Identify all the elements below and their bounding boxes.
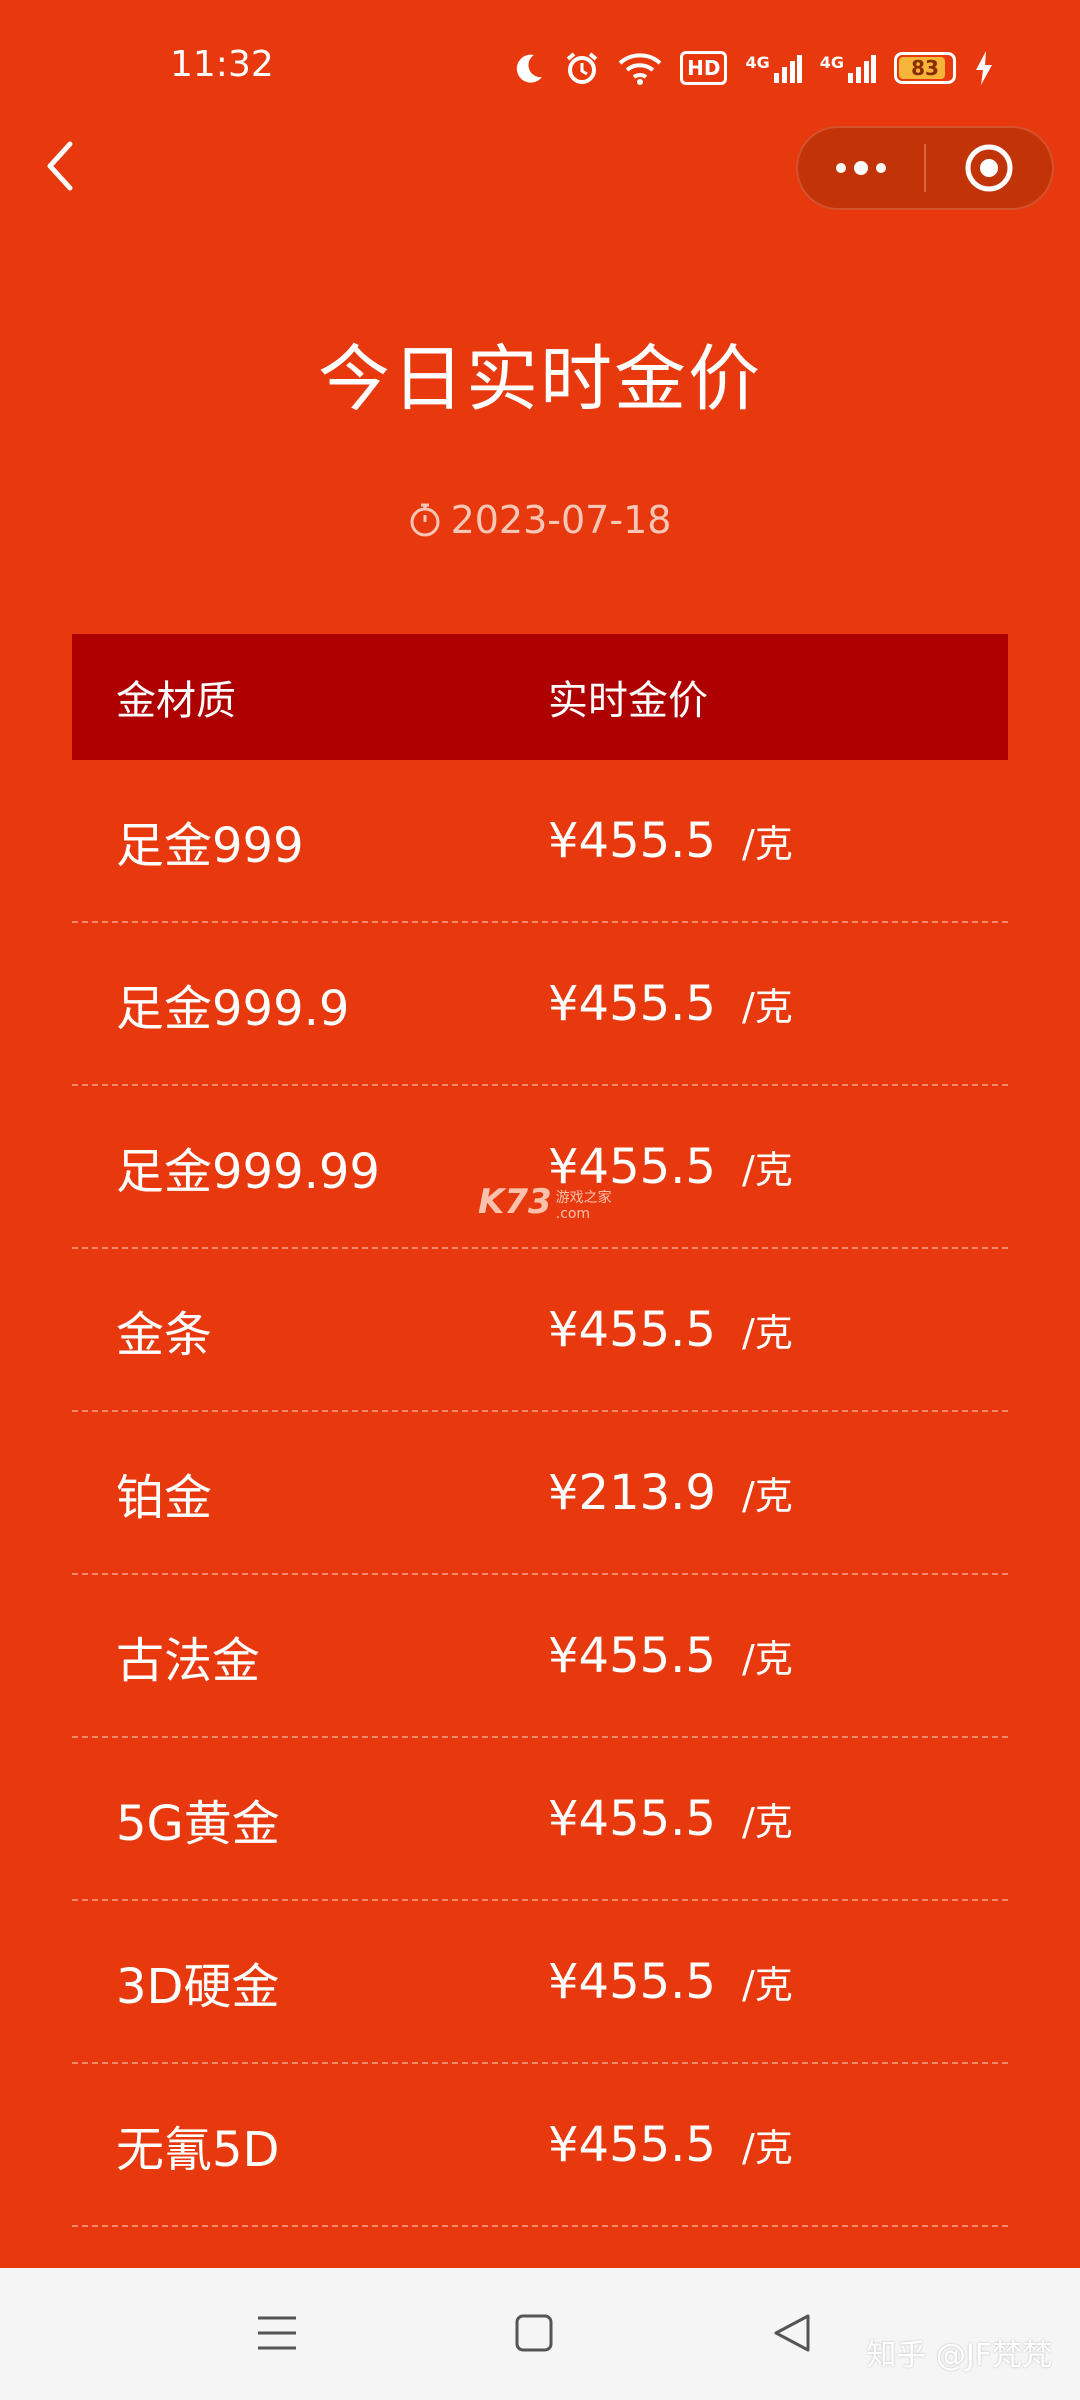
chevron-left-icon [47, 141, 73, 191]
price-cell: ¥455.5/克 [540, 976, 1008, 1032]
close-miniprogram-button[interactable] [926, 128, 1052, 208]
battery-icon: 83 [894, 52, 956, 84]
price-unit: /克 [741, 984, 793, 1029]
price-cell: ¥455.5/克 [540, 1791, 1008, 1847]
zhihu-credit-watermark: 知乎 @JF梵梵 [866, 2338, 1052, 2373]
price-unit: /克 [741, 1473, 793, 1518]
material-name: 足金999.99 [116, 1143, 380, 1200]
more-button[interactable] [798, 128, 924, 208]
table-row: 足金999 ¥455.5/克 [72, 760, 1008, 923]
watermark-line1: 游戏之家 [555, 1190, 612, 1206]
signal-4g-icon: 4G [820, 53, 876, 83]
page-title: 今日实时金价 [317, 337, 762, 421]
signal-4g-icon: 4G [745, 53, 802, 83]
price-unit: /克 [741, 2125, 793, 2170]
table-row: 无氰5D ¥455.5/克 [72, 2064, 1008, 2227]
site-watermark: K73 游戏之家 .com [478, 1182, 612, 1222]
battery-level: 83 [911, 56, 939, 80]
table-row: 古法金 ¥455.5/克 [72, 1575, 1008, 1738]
price-cell: ¥455.5/克 [540, 1954, 1008, 2010]
material-name: 5G黄金 [116, 1795, 280, 1852]
status-time: 11:32 [170, 44, 274, 85]
square-home-icon [515, 2314, 553, 2352]
hd-icon: HD [680, 51, 728, 85]
material-name: 3D硬金 [116, 1958, 280, 2015]
wifi-icon [618, 51, 662, 85]
table-row: 3D硬金 ¥455.5/克 [72, 1901, 1008, 2064]
material-name: 无氰5D [116, 2121, 280, 2178]
price-value: ¥455.5 [548, 1301, 716, 1358]
column-header-price: 实时金价 [548, 678, 708, 724]
material-name: 足金999.9 [116, 980, 350, 1037]
miniprogram-capsule [796, 126, 1054, 210]
price-unit: /克 [741, 1799, 793, 1844]
price-value: ¥213.9 [548, 1464, 716, 1521]
price-unit: /克 [741, 1962, 793, 2007]
status-bar: 11:32 HD 4G 4G 83 [0, 0, 1080, 120]
material-name: 足金999 [116, 817, 304, 874]
price-value: ¥455.5 [548, 975, 716, 1032]
material-name: 古法金 [116, 1632, 261, 1689]
price-unit: /克 [741, 821, 793, 866]
material-name: 铂金 [116, 1469, 213, 1526]
price-value: ¥455.5 [548, 1953, 716, 2010]
triangle-back-icon [774, 2314, 810, 2352]
table-row: 铂金 ¥213.9/克 [72, 1412, 1008, 1575]
price-unit: /克 [741, 1310, 793, 1355]
price-unit: /克 [741, 1147, 793, 1192]
more-dots-icon [836, 161, 886, 175]
stopwatch-icon [410, 503, 440, 537]
price-cell: ¥213.9/克 [540, 1465, 1008, 1521]
price-unit: /克 [741, 1636, 793, 1681]
gold-price-table: 金材质 实时金价 足金999 ¥455.5/克 足金999.9 ¥455.5/克… [72, 634, 1008, 2227]
date-row: 2023-07-18 [0, 498, 1080, 542]
price-value: ¥455.5 [548, 1790, 716, 1847]
back-button[interactable] [38, 136, 82, 196]
watermark-brand: K73 [478, 1182, 552, 1222]
date-text: 2023-07-18 [450, 498, 672, 542]
table-row: 足金999.9 ¥455.5/克 [72, 923, 1008, 1086]
table-row: 足金999.99 ¥455.5/克 [72, 1086, 1008, 1249]
price-value: ¥455.5 [548, 2116, 716, 2173]
menu-lines-icon [258, 2316, 296, 2350]
price-cell: ¥455.5/克 [540, 1628, 1008, 1684]
status-icons: HD 4G 4G 83 [512, 46, 994, 90]
price-cell: ¥455.5/克 [540, 2117, 1008, 2173]
watermark-line2: .com [555, 1206, 591, 1222]
home-button[interactable] [514, 2312, 554, 2358]
table-row: 5G黄金 ¥455.5/克 [72, 1738, 1008, 1901]
target-circle-icon [965, 144, 1013, 192]
charging-icon [974, 51, 994, 85]
material-name: 金条 [116, 1306, 213, 1363]
table-header: 金材质 实时金价 [72, 634, 1008, 760]
menu-button[interactable] [256, 2312, 298, 2358]
table-row: 金条 ¥455.5/克 [72, 1249, 1008, 1412]
price-value: ¥455.5 [548, 812, 716, 869]
moon-icon [512, 51, 546, 85]
column-header-material: 金材质 [116, 678, 236, 724]
price-value: ¥455.5 [548, 1627, 716, 1684]
price-cell: ¥455.5/克 [540, 813, 1008, 869]
alarm-icon [564, 50, 600, 86]
back-nav-button[interactable] [772, 2312, 812, 2358]
price-cell: ¥455.5/克 [540, 1302, 1008, 1358]
